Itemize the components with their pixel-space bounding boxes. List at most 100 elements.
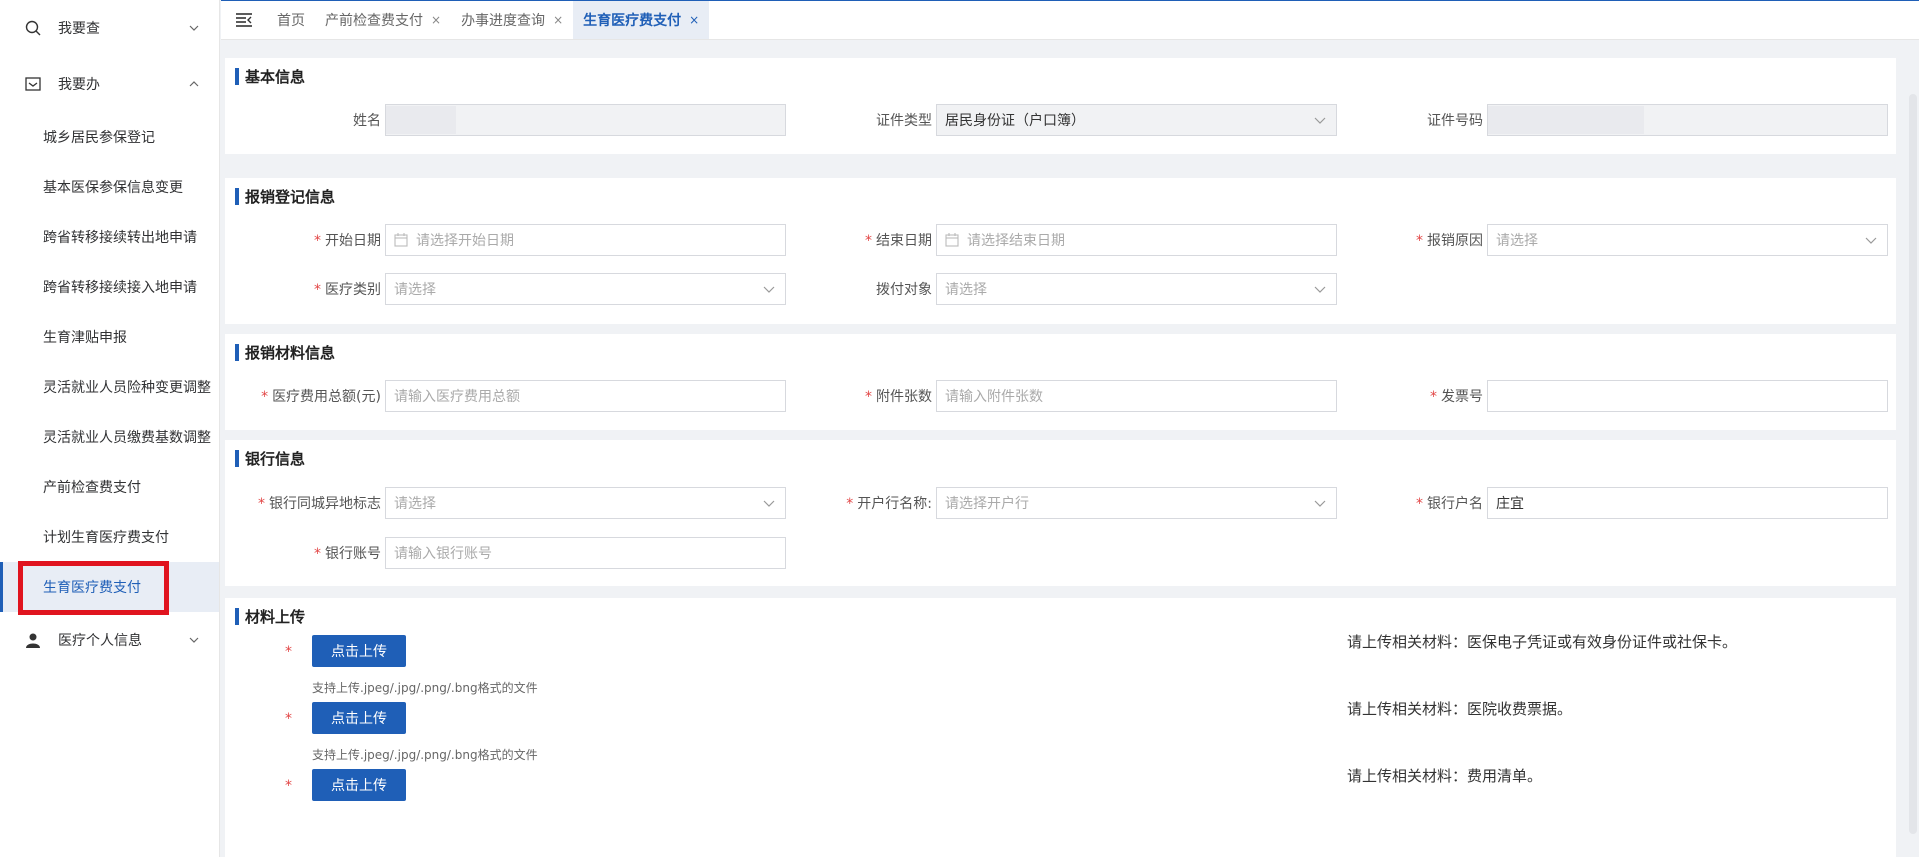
field-label: 发票号 [1441,389,1483,405]
field-name: 姓名 [353,104,786,136]
placeholder: 请选择开始日期 [416,233,514,249]
field-label: 银行账号 [325,546,381,562]
name-input[interactable] [385,104,786,136]
field-id-type: 证件类型 居民身份证（户口簿） [876,104,1337,136]
field-total: * 医疗费用总额(元) 请输入医疗费用总额 [261,380,786,412]
field-invoice: * 发票号 [1430,380,1888,412]
upload-button[interactable]: 点击上传 [312,635,406,667]
redacted-block [386,106,456,134]
section-materials: 报销材料信息 * 医疗费用总额(元) 请输入医疗费用总额 * 附件张数 请输入附件张… [225,334,1896,430]
field-label: 结束日期 [876,233,932,249]
required-mark: * [865,389,872,405]
account-number-input[interactable]: 请输入银行账号 [385,537,786,569]
payee-select[interactable]: 请选择 [936,273,1337,305]
required-mark: * [258,496,265,512]
field-bank-branch: * 开户行名称: 请选择开户行 [846,487,1337,519]
required-mark: * [314,282,321,298]
tab[interactable]: 办事进度查询 × [451,1,573,39]
required-mark: * [865,233,872,249]
menu-search[interactable]: 我要查 [0,0,219,56]
field-label: 开始日期 [325,233,381,249]
bank-flag-select[interactable]: 请选择 [385,487,786,519]
field-account-no: * 银行账号 请输入银行账号 [314,537,786,569]
field-label: 拨付对象 [876,282,932,298]
field-label: 证件号码 [1427,113,1483,129]
tab[interactable]: 首页 [267,1,315,39]
bank-branch-select[interactable]: 请选择开户行 [936,487,1337,519]
sidebar-item[interactable]: 城乡居民参保登记 [0,112,219,162]
chevron-down-icon [1314,498,1326,508]
id-type-value: 居民身份证（户口簿） [945,113,1085,129]
account-holder-input[interactable]: 庄宜 [1487,487,1888,519]
field-id-no: 证件号码 [1427,104,1888,136]
sidebar-item[interactable]: 产前检查费支付 [0,462,219,512]
section-title: 报销材料信息 [235,342,335,362]
field-payee: 拨付对象 请选择 [876,273,1337,305]
main-content: 基本信息 姓名 证件类型 居民身份证（户口簿） 证件号码 报销登记信息 * 开始… [221,44,1919,857]
menu-do[interactable]: 我要办 [0,56,219,112]
sidebar-item[interactable]: 灵活就业人员险种变更调整 [0,362,219,412]
sidebar-item[interactable]: 跨省转移接续接入地申请 [0,262,219,312]
field-attach: * 附件张数 请输入附件张数 [865,380,1337,412]
field-label: 附件张数 [876,389,932,405]
upload-description: 请上传相关材料：费用清单。 [1347,767,1543,785]
upload-hint: 支持上传.jpeg/.jpg/.png/.bng格式的文件 [312,748,538,762]
tab[interactable]: 生育医疗费支付 × [573,1,710,39]
reason-select[interactable]: 请选择 [1487,224,1888,256]
required-mark: * [1430,389,1437,405]
chevron-down-icon [1314,115,1326,125]
placeholder: 请选择开户行 [945,496,1029,512]
menu-personal[interactable]: 医疗个人信息 [0,612,219,668]
close-icon[interactable]: × [431,13,441,27]
sidebar-item[interactable]: 生育医疗费支付 [0,562,219,612]
id-number-input[interactable] [1487,104,1888,136]
attachment-count-input[interactable]: 请输入附件张数 [936,380,1337,412]
section-upload: 材料上传 * 点击上传 请上传相关材料：医保电子凭证或有效身份证件或社保卡。 支持上传… [225,598,1896,857]
total-amount-input[interactable]: 请输入医疗费用总额 [385,380,786,412]
required-mark: * [1416,233,1423,249]
field-category: * 医疗类别 请选择 [314,273,786,305]
invoice-number-input[interactable] [1487,380,1888,412]
field-label: 报销原因 [1427,233,1483,249]
sidebar-item[interactable]: 跨省转移接续转出地申请 [0,212,219,262]
submenu-list: 城乡居民参保登记 基本医保参保信息变更 跨省转移接续转出地申请 跨省转移接续接入地申请… [0,112,219,612]
chevron-down-icon [1314,284,1326,294]
chevron-up-icon [189,79,199,89]
account-holder-value: 庄宜 [1496,496,1524,512]
id-type-select[interactable]: 居民身份证（户口簿） [936,104,1337,136]
close-icon[interactable]: × [553,13,563,27]
menu-search-label: 我要查 [58,21,100,37]
tab-bar: 首页 产前检查费支付 × 办事进度查询 × 生育医疗费支付 × [221,0,1919,40]
end-date-picker[interactable]: 请选择结束日期 [936,224,1337,256]
upload-button[interactable]: 点击上传 [312,702,406,734]
section-basic: 基本信息 姓名 证件类型 居民身份证（户口簿） 证件号码 [225,58,1896,154]
required-mark: * [261,389,269,405]
placeholder: 请选择结束日期 [967,233,1065,249]
sidebar-item[interactable]: 计划生育医疗费支付 [0,512,219,562]
tabs: 首页 产前检查费支付 × 办事进度查询 × 生育医疗费支付 × [267,1,710,39]
required-mark: * [314,233,321,249]
menu-toggle-icon[interactable] [221,1,267,39]
scrollbar-thumb[interactable] [1909,94,1917,834]
category-select[interactable]: 请选择 [385,273,786,305]
start-date-picker[interactable]: 请选择开始日期 [385,224,786,256]
required-mark: * [846,496,854,512]
field-label: 开户行名称: [857,496,932,512]
upload-button[interactable]: 点击上传 [312,769,406,801]
chevron-down-icon [763,284,775,294]
field-end-date: * 结束日期 请选择结束日期 [865,224,1337,256]
scrollbar-track[interactable] [1901,44,1919,857]
close-icon[interactable]: × [689,13,699,27]
required-mark: * [285,778,292,794]
tab-label: 办事进度查询 [461,13,546,29]
search-icon [24,19,42,37]
upload-hint: 支持上传.jpeg/.jpg/.png/.bng格式的文件 [312,681,538,695]
field-label: 银行户名 [1427,496,1483,512]
sidebar-item[interactable]: 生育津贴申报 [0,312,219,362]
required-mark: * [314,546,321,562]
sidebar-item[interactable]: 灵活就业人员缴费基数调整 [0,412,219,462]
field-label: 医疗类别 [325,282,381,298]
tab[interactable]: 产前检查费支付 × [315,1,451,39]
field-label: 证件类型 [876,113,932,129]
sidebar-item[interactable]: 基本医保参保信息变更 [0,162,219,212]
